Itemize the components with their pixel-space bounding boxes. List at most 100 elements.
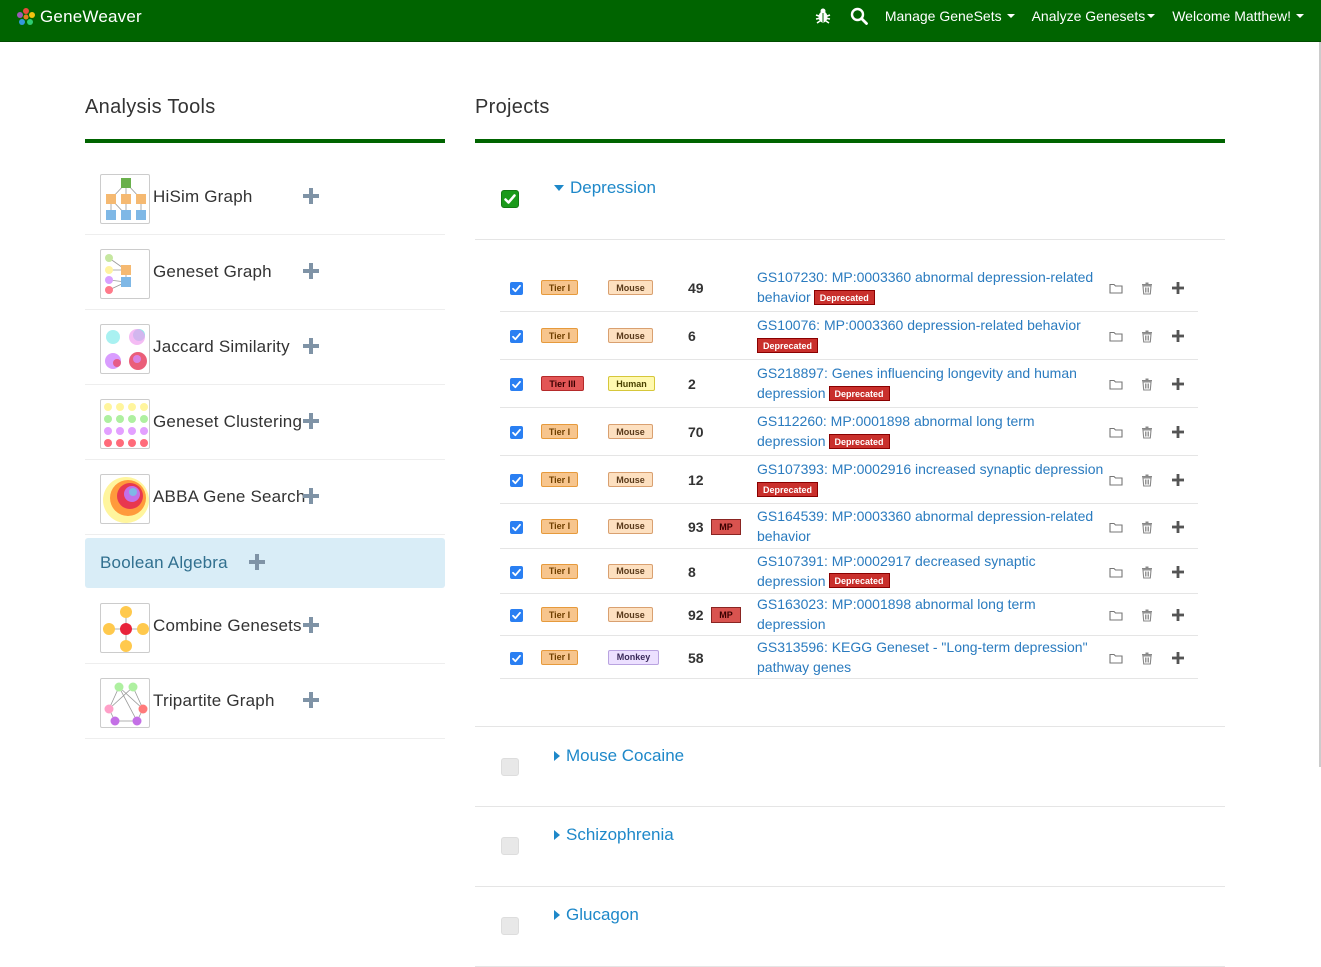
geneset-link[interactable]: GS313596: KEGG Geneset - "Long-term depr… <box>757 637 1109 677</box>
geneset-link[interactable]: GS164539: MP:0003360 abnormal depression… <box>757 506 1109 546</box>
geneset-checkbox[interactable] <box>510 378 523 391</box>
geneset-checkbox[interactable] <box>510 651 523 665</box>
geneset-title-line2: behavior <box>757 289 811 305</box>
gene-count: 70 <box>688 424 704 440</box>
tier-badge: Tier I <box>541 563 578 579</box>
user-menu[interactable]: Welcome Matthew! <box>1172 8 1304 24</box>
plus-icon[interactable] <box>1171 651 1185 665</box>
gene-count: 93 <box>688 518 704 535</box>
clustering-thumb-icon <box>100 399 150 449</box>
trash-icon[interactable] <box>1140 565 1154 579</box>
add-tool-plus-icon[interactable] <box>303 617 319 633</box>
folder-icon[interactable] <box>1109 329 1123 343</box>
trash-icon[interactable] <box>1140 473 1154 487</box>
folder-icon[interactable] <box>1109 281 1123 295</box>
tier-badge: Tier I <box>541 518 578 534</box>
tool-tripartite-graph[interactable]: Tripartite Graph <box>85 664 445 739</box>
tier-badge: Tier I <box>541 472 578 487</box>
add-tool-plus-icon[interactable] <box>249 554 265 570</box>
brand[interactable]: GeneWeaver <box>16 6 142 28</box>
geneset-row: Tier I Mouse 49 GS107230: MP:0003360 abnorm… <box>500 264 1198 312</box>
project-toggle-glucagon[interactable]: Glucagon <box>554 905 639 925</box>
trash-icon[interactable] <box>1140 608 1154 622</box>
geneset-link[interactable]: GS218897: Genes influencing longevity an… <box>757 363 1109 403</box>
species-badge: Mouse <box>608 424 653 439</box>
project-toggle-schizophrenia[interactable]: Schizophrenia <box>554 825 674 845</box>
project-checkbox[interactable] <box>501 917 519 935</box>
analyze-genesets-label: Analyze Genesets <box>1031 8 1146 24</box>
folder-icon[interactable] <box>1109 520 1123 534</box>
add-tool-plus-icon[interactable] <box>303 488 319 504</box>
combine-thumb-icon <box>100 603 150 653</box>
folder-icon[interactable] <box>1109 651 1123 665</box>
geneset-checkbox[interactable] <box>510 609 523 622</box>
plus-icon[interactable] <box>1171 520 1185 534</box>
folder-icon[interactable] <box>1109 565 1123 579</box>
tripartite-thumb-icon <box>100 678 150 728</box>
folder-icon[interactable] <box>1109 608 1123 622</box>
plus-icon[interactable] <box>1171 473 1185 487</box>
geneset-title-line2: depression <box>757 616 826 632</box>
geneset-checkbox[interactable] <box>510 330 523 343</box>
project-checkbox[interactable] <box>501 837 519 855</box>
plus-icon[interactable] <box>1171 377 1185 391</box>
nav-right: Manage GeneSets Analyze Genesets Welcome… <box>813 0 1321 32</box>
projects-rule <box>475 139 1225 143</box>
add-tool-plus-icon[interactable] <box>303 263 319 279</box>
search-icon[interactable] <box>849 6 869 26</box>
geneset-checkbox[interactable] <box>510 520 523 534</box>
trash-icon[interactable] <box>1140 377 1154 391</box>
add-tool-plus-icon[interactable] <box>303 188 319 204</box>
geneset-row: Tier I Mouse 8 GS107391: MP:0002917 decreas… <box>500 549 1198 594</box>
tool-jaccard-similarity[interactable]: Jaccard Similarity <box>85 310 445 385</box>
trash-icon[interactable] <box>1140 281 1154 295</box>
tool-abba-gene-search[interactable]: ABBA Gene Search <box>85 460 445 535</box>
analysis-tools-title: Analysis Tools <box>85 96 216 118</box>
project-checkbox[interactable] <box>501 190 519 208</box>
top-navbar: GeneWeaver Manage GeneSets Analyze Genes… <box>0 0 1321 42</box>
folder-icon[interactable] <box>1109 377 1123 391</box>
tool-geneset-graph[interactable]: Geneset Graph <box>85 235 445 310</box>
geneset-checkbox[interactable] <box>510 474 523 487</box>
geneset-link[interactable]: GS107393: MP:0002916 increased synaptic … <box>757 459 1109 499</box>
plus-icon[interactable] <box>1171 425 1185 439</box>
plus-icon[interactable] <box>1171 608 1185 622</box>
geneset-link[interactable]: GS107391: MP:0002917 decreased synaptic d… <box>757 551 1109 591</box>
caret-right-icon <box>554 751 560 761</box>
bug-icon[interactable] <box>813 6 833 26</box>
tool-label: Tripartite Graph <box>153 691 275 710</box>
folder-icon[interactable] <box>1109 425 1123 439</box>
add-tool-plus-icon[interactable] <box>303 338 319 354</box>
project-toggle-mouse-cocaine[interactable]: Mouse Cocaine <box>554 746 684 766</box>
mp-badge: MP <box>711 607 741 623</box>
analyze-genesets-menu[interactable]: Analyze Genesets <box>1032 8 1156 24</box>
geneset-checkbox[interactable] <box>510 565 523 579</box>
geneset-checkbox[interactable] <box>510 426 523 439</box>
geneset-link[interactable]: GS107230: MP:0003360 abnormal depression… <box>757 267 1109 307</box>
tool-combine-genesets[interactable]: Combine Genesets <box>85 589 445 664</box>
geneset-link[interactable]: GS112260: MP:0001898 abnormal long term d… <box>757 411 1109 451</box>
trash-icon[interactable] <box>1140 329 1154 343</box>
manage-genesets-menu[interactable]: Manage GeneSets <box>885 8 1015 24</box>
geneset-checkbox[interactable] <box>510 282 523 295</box>
project-checkbox[interactable] <box>501 758 519 776</box>
add-tool-plus-icon[interactable] <box>303 692 319 708</box>
tool-geneset-clustering[interactable]: Geneset Clustering <box>85 385 445 460</box>
analysis-tools-rule <box>85 139 445 143</box>
trash-icon[interactable] <box>1140 651 1154 665</box>
gene-count: 12 <box>688 472 704 488</box>
trash-icon[interactable] <box>1140 520 1154 534</box>
geneset-link[interactable]: GS10076: MP:0003360 depression-related b… <box>757 315 1109 355</box>
project-schizophrenia: Schizophrenia <box>475 807 1225 887</box>
plus-icon[interactable] <box>1171 281 1185 295</box>
tool-boolean-algebra[interactable]: Boolean Algebra <box>85 538 445 588</box>
geneset-link[interactable]: GS163023: MP:0001898 abnormal long term d… <box>757 594 1109 634</box>
tool-hisim-graph[interactable]: HiSim Graph <box>85 160 445 235</box>
add-tool-plus-icon[interactable] <box>303 413 319 429</box>
trash-icon[interactable] <box>1140 425 1154 439</box>
plus-icon[interactable] <box>1171 329 1185 343</box>
jaccard-thumb-icon <box>100 324 150 374</box>
plus-icon[interactable] <box>1171 565 1185 579</box>
folder-icon[interactable] <box>1109 473 1123 487</box>
project-toggle-depression[interactable]: Depression <box>554 178 656 198</box>
